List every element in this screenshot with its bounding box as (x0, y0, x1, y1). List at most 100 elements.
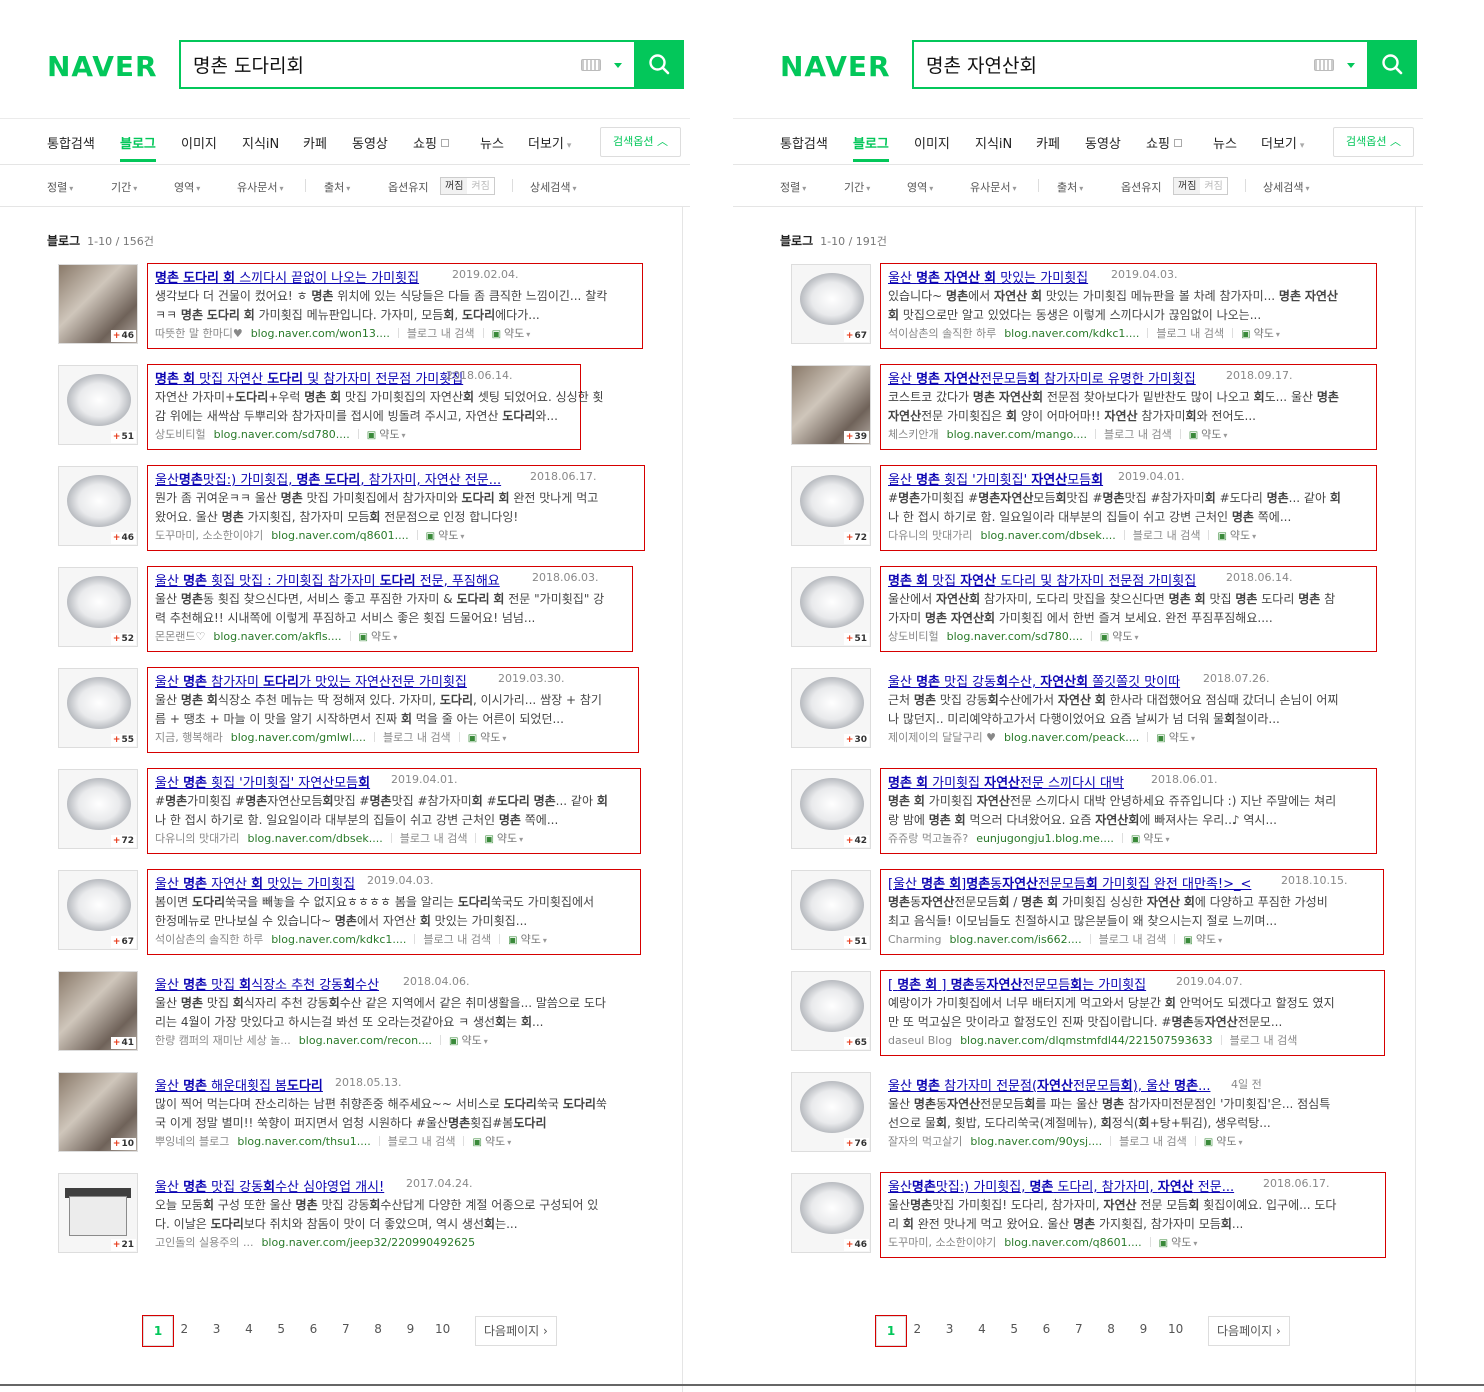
blog-url[interactable]: blog.naver.com/sd780.... (214, 428, 350, 441)
tab-1[interactable]: 블로그 (120, 133, 156, 162)
blog-author[interactable]: 지금, 행복해라 (155, 731, 223, 744)
result-thumbnail[interactable]: +46 (58, 466, 138, 546)
result-thumbnail[interactable]: +55 (58, 668, 138, 748)
blog-url[interactable]: eunjugongju1.blog.me.... (976, 832, 1114, 845)
result-title-link[interactable]: 울산 명촌 맛집 회식장소 추천 강동회수산 (155, 974, 379, 993)
page-10[interactable]: 10 (1166, 1322, 1186, 1336)
map-link[interactable]: 약도 (426, 529, 465, 542)
filter-sort[interactable]: 정렬 (780, 179, 806, 195)
page-3[interactable]: 3 (940, 1322, 960, 1336)
result-thumbnail[interactable]: +51 (791, 567, 871, 647)
page-9[interactable]: 9 (400, 1322, 420, 1336)
page-8[interactable]: 8 (1101, 1322, 1121, 1336)
in-blog-search-link[interactable]: 블로그 내 검색 (423, 933, 491, 946)
blog-url[interactable]: blog.naver.com/gmlwl.... (231, 731, 366, 744)
page-9[interactable]: 9 (1133, 1322, 1153, 1336)
search-options-button[interactable]: 검색옵션 ︿ (1333, 127, 1414, 157)
result-thumbnail[interactable]: +10 (58, 1072, 138, 1152)
tab-4[interactable]: 카페 (1036, 133, 1060, 152)
result-thumbnail[interactable]: +41 (58, 971, 138, 1051)
tab-5[interactable]: 동영상 (352, 133, 388, 152)
blog-author[interactable]: 상도비티헐 (155, 428, 206, 441)
naver-logo[interactable]: NAVER (47, 50, 158, 83)
page-4[interactable]: 4 (972, 1322, 992, 1336)
in-blog-search-link[interactable]: 블로그 내 검색 (1099, 933, 1167, 946)
map-link[interactable]: 약도 (1204, 1135, 1243, 1148)
blog-url[interactable]: blog.naver.com/is662.... (949, 933, 1081, 946)
option-keep-toggle[interactable]: 꺼짐 켜짐 (440, 177, 495, 195)
page-1[interactable]: 1 (875, 1315, 907, 1347)
result-thumbnail[interactable]: +76 (791, 1072, 871, 1152)
blog-author[interactable]: 쥬쥬랑 먹고놀쥬? (888, 832, 968, 845)
map-link[interactable]: 약도 (484, 832, 523, 845)
result-title-link[interactable]: 명촌 회 가미횟집 자연산전문 스끼다시 대박 (888, 772, 1124, 791)
blog-author[interactable]: daseul Blog (888, 1034, 952, 1047)
filter-period[interactable]: 기간 (844, 179, 870, 195)
map-link[interactable]: 약도 (1156, 731, 1195, 744)
option-keep-toggle[interactable]: 꺼짐 켜짐 (1173, 177, 1228, 195)
toggle-on[interactable]: 켜짐 (467, 178, 493, 194)
map-link[interactable]: 약도 (1241, 327, 1280, 340)
map-link[interactable]: 약도 (1100, 630, 1139, 643)
tab-7[interactable]: 뉴스 (1213, 133, 1237, 152)
result-title-link[interactable]: 울산 명촌 참가자미 도다리가 맛있는 자연산전문 가미횟집 (155, 671, 467, 690)
page-5[interactable]: 5 (1004, 1322, 1024, 1336)
tab-2[interactable]: 이미지 (914, 133, 950, 152)
blog-author[interactable]: 도꾸마미, 소소한이야기 (155, 529, 263, 542)
result-title-link[interactable]: 울산 명촌 맛집 강동회수산, 자연산회 쫄깃쫄깃 맛이따 (888, 671, 1180, 690)
blog-url[interactable]: blog.naver.com/q8601.... (1004, 1236, 1141, 1249)
result-thumbnail[interactable]: +51 (791, 870, 871, 950)
blog-author[interactable]: Charming (888, 933, 941, 946)
filter-area[interactable]: 영역 (174, 179, 200, 195)
tab-3[interactable]: 지식iN (975, 133, 1012, 152)
map-link[interactable]: 약도 (1189, 428, 1228, 441)
result-thumbnail[interactable]: +39 (791, 365, 871, 445)
page-3[interactable]: 3 (207, 1322, 227, 1336)
tab-0[interactable]: 통합검색 (47, 133, 95, 152)
filter-similar[interactable]: 유사문서 (237, 179, 284, 195)
result-title-link[interactable]: 울산 명촌 맛집 강동회수산 심야영업 개시! (155, 1176, 384, 1195)
tab-1[interactable]: 블로그 (853, 133, 889, 162)
blog-url[interactable]: blog.naver.com/won13.... (251, 327, 390, 340)
in-blog-search-link[interactable]: 블로그 내 검색 (1104, 428, 1172, 441)
filter-detail[interactable]: 상세검색 (530, 179, 577, 195)
blog-author[interactable]: 제이제이의 달달구리 ♥ (888, 731, 996, 744)
result-title-link[interactable]: 울산 명촌 자연산 회 맛있는 가미횟집 (155, 873, 355, 892)
blog-url[interactable]: blog.naver.com/kdkc1.... (271, 933, 406, 946)
blog-url[interactable]: blog.naver.com/recon.... (299, 1034, 432, 1047)
result-thumbnail[interactable]: +46 (58, 264, 138, 344)
blog-url[interactable]: blog.naver.com/dbsek.... (247, 832, 382, 845)
filter-source[interactable]: 출처 (1057, 179, 1083, 195)
page-1[interactable]: 1 (142, 1315, 174, 1347)
blog-url[interactable]: blog.naver.com/dlqmstmfdl44/221507593633 (960, 1034, 1213, 1047)
toggle-off[interactable]: 꺼짐 (441, 178, 468, 194)
result-title-link[interactable]: 울산명촌맛집:) 가미횟집, 명촌 도다리, 참가자미, 자연산 전문... (155, 469, 501, 488)
toggle-on[interactable]: 켜짐 (1200, 178, 1226, 194)
blog-author[interactable]: 도꾸마미, 소소한이야기 (888, 1236, 996, 1249)
blog-author[interactable]: 몬몬랜드♡ (155, 630, 205, 643)
blog-author[interactable]: 체스키안개 (888, 428, 939, 441)
tab-7[interactable]: 뉴스 (480, 133, 504, 152)
in-blog-search-link[interactable]: 블로그 내 검색 (383, 731, 451, 744)
filter-source[interactable]: 출처 (324, 179, 350, 195)
blog-url[interactable]: blog.naver.com/jeep32/220990492625 (261, 1236, 475, 1249)
map-link[interactable]: 약도 (508, 933, 547, 946)
tab-6[interactable]: 쇼핑 (413, 133, 449, 152)
map-link[interactable]: 약도 (367, 428, 406, 441)
page-2[interactable]: 2 (907, 1322, 927, 1336)
result-thumbnail[interactable]: +65 (791, 971, 871, 1051)
tab-3[interactable]: 지식iN (242, 133, 279, 152)
result-title-link[interactable]: 명촌 회 맛집 자연산 도다리 및 참가자미 전문점 가미횟집 (888, 570, 1196, 589)
in-blog-search-link[interactable]: 블로그 내 검색 (400, 832, 468, 845)
result-thumbnail[interactable]: +72 (791, 466, 871, 546)
map-link[interactable]: 약도 (449, 1034, 488, 1047)
result-thumbnail[interactable]: +67 (58, 870, 138, 950)
tab-2[interactable]: 이미지 (181, 133, 217, 152)
filter-period[interactable]: 기간 (111, 179, 137, 195)
search-input[interactable] (181, 42, 561, 87)
result-thumbnail[interactable]: +67 (791, 264, 871, 344)
blog-url[interactable]: blog.naver.com/thsu1.... (237, 1135, 370, 1148)
blog-url[interactable]: blog.naver.com/sd780.... (947, 630, 1083, 643)
tab-0[interactable]: 통합검색 (780, 133, 828, 152)
result-thumbnail[interactable]: +30 (791, 668, 871, 748)
